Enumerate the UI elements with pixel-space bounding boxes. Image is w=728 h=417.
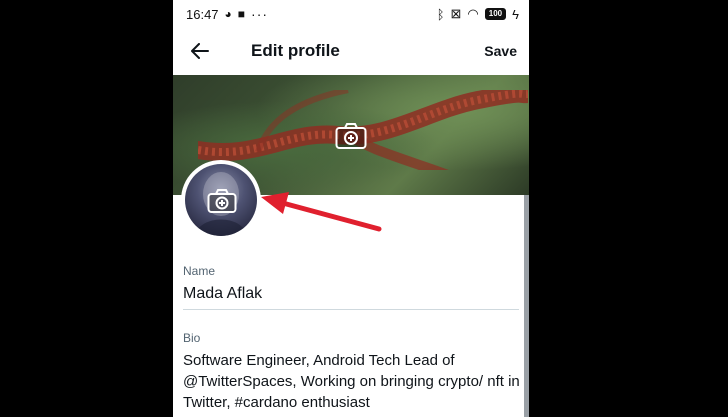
divider: [183, 309, 519, 310]
name-input[interactable]: Mada Aflak: [183, 285, 262, 303]
bio-input[interactable]: Software Engineer, Android Tech Lead of …: [183, 350, 528, 413]
app-icon: ◕: [224, 7, 232, 21]
video-icon: ■: [237, 7, 246, 21]
annotation-arrow-icon: [261, 192, 382, 232]
charging-icon: ϟ: [512, 6, 519, 22]
status-time: 16:47: [186, 6, 219, 22]
avatar-camera-plus-icon[interactable]: [207, 188, 237, 214]
wifi-icon: ◠: [467, 6, 479, 21]
bio-label: Bio: [183, 331, 201, 345]
status-bar: 16:47 ◕ ■ ··· ᛒ ⊠ ◠ 100 ϟ: [173, 0, 529, 28]
page-title: Edit profile: [251, 41, 340, 60]
avatar-image: [185, 164, 257, 236]
avatar[interactable]: [181, 160, 261, 240]
close-box-icon: ⊠: [450, 6, 462, 21]
name-label: Name: [183, 264, 216, 278]
top-bar: Edit profile Save: [173, 28, 529, 74]
bluetooth-icon: ᛒ: [436, 6, 445, 22]
back-arrow-icon[interactable]: [189, 40, 211, 62]
more-dots-icon: ···: [251, 6, 269, 22]
save-button[interactable]: Save: [484, 43, 517, 59]
camera-plus-icon[interactable]: [335, 122, 367, 150]
battery-icon: 100: [484, 8, 507, 20]
